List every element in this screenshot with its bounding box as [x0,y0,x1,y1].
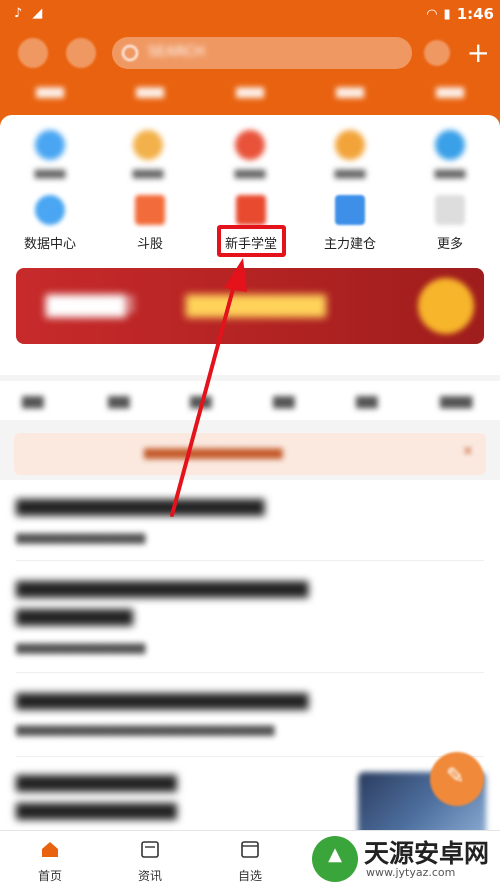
watermark-name: 天源安卓网 [364,839,490,868]
banner-text: ▆▆▆▆▆▆▆ [186,288,326,318]
tab[interactable]: ▆▆ [273,393,295,409]
notice-bar[interactable]: ▆▆▆▆▆▆▆▆▆▆▆▆▆▆▆ × [14,433,486,475]
nav-label: 自选 [237,869,262,883]
novice-school-icon [236,195,266,225]
nav-label: 资讯 [137,869,162,883]
news-title: ▆▆▆▆▆▆▆▆▆▆▆▆▆▆▆▆▆ [16,494,265,516]
menu-item[interactable]: ▆▆▆▆ [405,120,495,190]
compose-fab[interactable]: ✎ [430,752,484,806]
nav-news[interactable]: 资讯 [115,839,185,887]
menu-icon [35,130,65,160]
divider [16,756,484,757]
add-icon[interactable]: + [467,36,490,69]
highlight-box [217,225,286,257]
search-icon [122,45,138,61]
news-meta: ▆▆▆▆▆▆▆▆▆▆▆▆▆▆ [16,530,146,544]
divider [16,560,484,561]
search-bar[interactable]: SEARCH [112,37,412,69]
menu-icon [435,130,465,160]
service-icon[interactable] [424,40,450,66]
menu-row-1: ▆▆▆▆ ▆▆▆▆ ▆▆▆▆ ▆▆▆▆ ▆▆▆▆ [0,120,500,190]
menu-item-data-center[interactable]: 数据中心 [5,185,95,255]
ticker[interactable]: ▆▆▆ [336,84,364,106]
battery-icon: ▮ [443,6,451,22]
tab[interactable]: ▆▆ [108,393,130,409]
main-force-icon [335,195,365,225]
news-meta: ▆▆▆▆▆▆▆▆▆▆▆▆▆▆▆▆▆▆▆▆▆▆▆▆▆▆▆▆ [16,722,275,736]
menu-label: 斗股 [136,237,163,252]
menu-icon [133,130,163,160]
pen-icon: ✎ [446,764,465,789]
dougu-icon [135,195,165,225]
menu-item[interactable]: ▆▆▆▆ [103,120,193,190]
ticker[interactable]: ▆▆▆ [36,84,64,106]
promo-banner[interactable]: ▆▆▆▆: ▆▆▆▆▆▆▆ [16,268,484,344]
news-feed: ▆▆▆▆▆▆▆▆▆▆▆▆▆▆▆▆▆ ▆▆▆▆▆▆▆▆▆▆▆▆▆▆ ▆▆▆▆▆▆▆… [0,480,500,844]
menu-item[interactable]: ▆▆▆▆ [205,120,295,190]
news-meta: ▆▆▆▆▆▆▆▆▆▆▆▆▆▆ [16,640,146,654]
watchlist-icon [241,841,259,858]
site-watermark: ▲ 天源安卓网 www.jytyaz.com [308,832,498,886]
menu-item[interactable]: ▆▆▆▆ [305,120,395,190]
nav-label: 首页 [37,869,62,883]
menu-label: ▆▆▆▆ [434,168,466,179]
ticker[interactable]: ▆▆▆ [236,84,264,106]
news-title: ▆▆▆▆▆▆▆▆▆▆▆ [16,798,177,820]
avatar[interactable] [18,38,48,68]
tab[interactable]: ▆▆▆ [440,393,472,409]
menu-item[interactable]: ▆▆▆▆ [5,120,95,190]
search-placeholder: SEARCH [148,44,205,60]
ticker[interactable]: ▆▆▆ [136,84,164,106]
index-tickers: ▆▆▆ ▆▆▆ ▆▆▆ ▆▆▆ ▆▆▆ [0,84,500,106]
signal-icon: ◢ [32,6,43,21]
menu-label: 主力建仓 [323,237,376,252]
menu-label: 数据中心 [23,237,76,252]
menu-icon [235,130,265,160]
nav-home[interactable]: 首页 [15,839,85,887]
watermark-url: www.jytyaz.com [366,866,456,879]
tab[interactable]: ▆▆ [356,393,378,409]
menu-label: ▆▆▆▆ [34,168,66,179]
menu-item-more[interactable]: 更多 [405,185,495,255]
data-center-icon [35,195,65,225]
news-title: ▆▆▆▆▆▆▆▆▆▆▆ [16,770,177,792]
banner-text: ▆▆▆▆: [46,288,137,318]
menu-label: ▆▆▆▆ [132,168,164,179]
menu-icon [335,130,365,160]
menu-item-dougu[interactable]: 斗股 [105,185,195,255]
wifi-icon: ◠ [426,6,438,22]
news-tabs: ▆▆ ▆▆ ▆▆ ▆▆ ▆▆ ▆▆▆ [0,375,500,420]
tab[interactable]: ▆▆ [190,393,212,409]
ticker[interactable]: ▆▆▆ [436,84,464,106]
banner-coin-icon [418,278,474,334]
more-icon [435,195,465,225]
home-icon [42,842,58,857]
close-icon[interactable]: × [462,443,474,459]
divider [16,672,484,673]
news-title: ▆▆▆▆▆▆▆▆ [16,604,133,626]
tiktok-icon: ♪ [14,6,23,21]
menu-label: ▆▆▆▆ [334,168,366,179]
notice-text: ▆▆▆▆▆▆▆▆▆▆▆▆▆▆▆ [144,445,283,459]
tab[interactable]: ▆▆ [22,393,44,409]
status-time: 1:46 [456,5,494,23]
news-icon [141,841,159,858]
watermark-logo-icon: ▲ [312,836,358,882]
message-icon[interactable] [66,38,96,68]
nav-watchlist[interactable]: 自选 [215,839,285,887]
menu-item-main-force[interactable]: 主力建仓 [305,185,395,255]
news-title: ▆▆▆▆▆▆▆▆▆▆▆▆▆▆▆▆▆▆▆▆ [16,576,309,598]
app-screen: ♪ ◢ ◠ ▮ 1:46 SEARCH + ▆▆▆ ▆▆▆ ▆▆▆ ▆▆▆ ▆▆… [0,0,500,889]
menu-label: 更多 [436,237,463,252]
status-bar: ♪ ◢ ◠ ▮ 1:46 [0,0,500,28]
search-row: SEARCH + [0,34,500,72]
menu-label: ▆▆▆▆ [234,168,266,179]
news-title: ▆▆▆▆▆▆▆▆▆▆▆▆▆▆▆▆▆▆▆▆ [16,688,309,710]
